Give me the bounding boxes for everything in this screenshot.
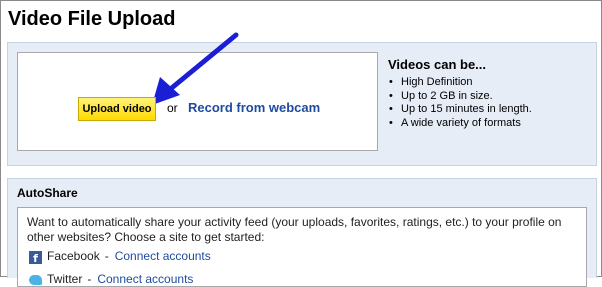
share-row-facebook: Facebook - Connect accounts (47, 249, 211, 263)
info-list: • High Definition • Up to 2 GB in size. • U… (388, 76, 588, 130)
separator: - (87, 272, 92, 286)
video-info: Videos can be... • High Definition • Up to… (388, 57, 588, 130)
page-title: Video File Upload (8, 8, 176, 30)
facebook-icon: f (29, 251, 42, 264)
site-name: Facebook (47, 249, 100, 263)
upload-video-button[interactable]: Upload video (78, 97, 156, 121)
list-item: • Up to 15 minutes in length. (389, 103, 532, 115)
list-item: • A wide variety of formats (389, 116, 521, 129)
connect-twitter-link[interactable]: Connect accounts (97, 272, 193, 286)
info-heading: Videos can be... (388, 57, 487, 72)
bullet-icon: • (389, 76, 393, 88)
record-from-webcam-link[interactable]: Record from webcam (188, 100, 320, 115)
site-name: Twitter (47, 272, 83, 286)
bullet-icon: • (389, 116, 393, 129)
list-item: • High Definition (389, 76, 473, 88)
separator: - (104, 249, 109, 263)
bullet-icon: • (389, 103, 393, 115)
connect-facebook-link[interactable]: Connect accounts (115, 249, 211, 263)
autoshare-description: Want to automatically share your activit… (27, 215, 562, 244)
autoshare-title: AutoShare (17, 186, 78, 200)
autoshare-body: Want to automatically share your activit… (17, 207, 587, 287)
autoshare-panel: AutoShare Want to automatically share yo… (7, 178, 597, 287)
share-row-twitter: Twitter - Connect accounts (47, 272, 193, 286)
bullet-icon: • (389, 89, 393, 102)
upload-panel: Upload video or Record from webcam Video… (7, 32, 597, 166)
upload-box: Upload video or Record from webcam (17, 32, 378, 151)
or-text: or (167, 101, 178, 115)
list-item: • Up to 2 GB in size. (389, 89, 493, 102)
